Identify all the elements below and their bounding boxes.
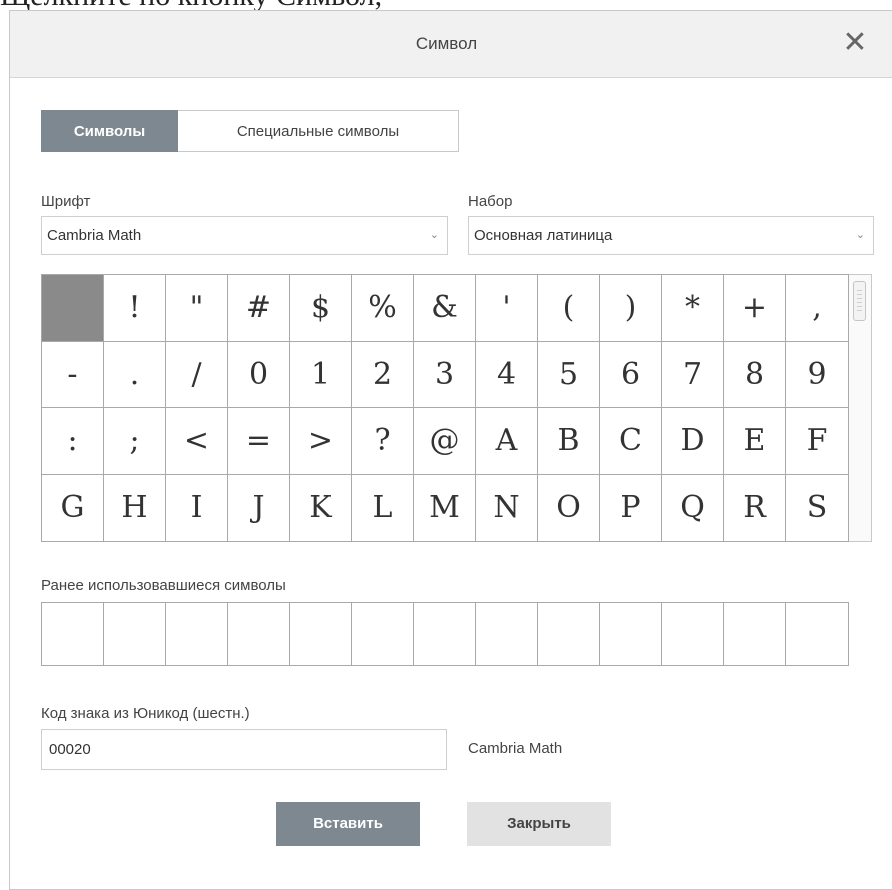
unicode-code-input[interactable] (41, 729, 447, 770)
symbol-cell[interactable]: ? (352, 408, 414, 475)
chevron-down-icon: ⌄ (429, 229, 439, 241)
symbol-cell[interactable]: K (290, 474, 352, 541)
recent-symbol-cell[interactable] (104, 603, 166, 665)
recent-symbol-cell[interactable] (352, 603, 414, 665)
recent-symbol-cell[interactable] (290, 603, 352, 665)
symbol-cell[interactable]: C (600, 408, 662, 475)
recent-symbol-cell[interactable] (166, 603, 228, 665)
symbol-cell[interactable]: , (786, 275, 848, 342)
recent-symbol-cell[interactable] (42, 603, 104, 665)
symbol-cell[interactable]: ' (476, 275, 538, 342)
recent-symbol-cell[interactable] (538, 603, 600, 665)
symbol-cell[interactable]: / (166, 341, 228, 408)
dialog-titlebar: Символ ✕ (10, 11, 892, 78)
symbol-cell[interactable]: M (414, 474, 476, 541)
symbol-cell[interactable]: N (476, 474, 538, 541)
symbol-cell[interactable]: - (42, 341, 104, 408)
symbol-cell[interactable]: 8 (724, 341, 786, 408)
symbol-dialog: Символ ✕ Символы Специальные символы Шри… (9, 10, 892, 890)
symbol-cell[interactable]: . (104, 341, 166, 408)
dialog-title: Символ (415, 34, 478, 53)
recent-symbol-cell[interactable] (414, 603, 476, 665)
symbol-cell[interactable]: E (724, 408, 786, 475)
symbol-cell[interactable]: < (166, 408, 228, 475)
subset-select[interactable]: Основная латиница ⌄ (468, 216, 874, 255)
symbol-cell[interactable]: J (228, 474, 290, 541)
recent-symbol-cell[interactable] (476, 603, 538, 665)
symbol-cell[interactable]: 6 (600, 341, 662, 408)
symbol-cell[interactable]: + (724, 275, 786, 342)
symbol-cell[interactable]: % (352, 275, 414, 342)
symbol-cell[interactable]: 2 (352, 341, 414, 408)
symbol-cell[interactable]: O (538, 474, 600, 541)
scrollbar-thumb[interactable] (853, 281, 866, 321)
close-icon[interactable]: ✕ (840, 28, 870, 58)
symbol-cell[interactable]: A (476, 408, 538, 475)
symbol-cell[interactable]: " (166, 275, 228, 342)
symbol-cell[interactable]: 4 (476, 341, 538, 408)
symbol-cell[interactable]: I (166, 474, 228, 541)
symbol-grid-scrollbar[interactable] (849, 274, 872, 542)
font-select-value: Cambria Math (47, 227, 142, 244)
recent-symbols-grid (41, 602, 849, 666)
symbol-cell[interactable]: > (290, 408, 352, 475)
recent-symbol-cell[interactable] (786, 603, 848, 665)
symbol-cell[interactable]: 1 (290, 341, 352, 408)
symbol-cell[interactable]: F (786, 408, 848, 475)
symbol-cell[interactable]: H (104, 474, 166, 541)
symbol-cell[interactable]: * (662, 275, 724, 342)
symbol-cell[interactable]: ; (104, 408, 166, 475)
symbol-cell[interactable]: L (352, 474, 414, 541)
symbol-cell[interactable] (42, 275, 104, 342)
font-select[interactable]: Cambria Math ⌄ (41, 216, 448, 255)
symbol-cell[interactable]: ( (538, 275, 600, 342)
symbol-cell[interactable]: R (724, 474, 786, 541)
symbol-cell[interactable]: = (228, 408, 290, 475)
symbol-cell[interactable]: P (600, 474, 662, 541)
symbol-cell[interactable]: : (42, 408, 104, 475)
unicode-label: Код знака из Юникод (шестн.) (41, 705, 250, 722)
close-button[interactable]: Закрыть (467, 802, 611, 846)
tab-symbols[interactable]: Символы (41, 110, 178, 152)
symbol-cell[interactable]: Q (662, 474, 724, 541)
symbol-cell[interactable]: ! (104, 275, 166, 342)
recent-symbol-cell[interactable] (228, 603, 290, 665)
symbol-cell[interactable]: B (538, 408, 600, 475)
symbol-cell[interactable]: $ (290, 275, 352, 342)
symbol-cell[interactable]: 0 (228, 341, 290, 408)
symbol-cell[interactable]: 5 (538, 341, 600, 408)
font-label: Шрифт (41, 193, 91, 210)
symbol-cell[interactable]: ) (600, 275, 662, 342)
recent-symbol-cell[interactable] (724, 603, 786, 665)
chevron-down-icon: ⌄ (855, 229, 865, 241)
symbol-cell[interactable]: S (786, 475, 848, 542)
insert-button[interactable]: Вставить (276, 802, 420, 846)
unicode-font-name: Cambria Math (468, 740, 563, 757)
subset-label: Набор (468, 193, 513, 210)
symbol-grid: ! " # $% & '() * +, -./0 1 2 3 4 5 6 7 8 9:; < = >? @ A B C D E F G H… (41, 274, 849, 542)
tab-bar: Символы Специальные символы (41, 110, 459, 152)
symbol-cell[interactable]: 3 (414, 341, 476, 408)
recent-symbol-cell[interactable] (662, 603, 724, 665)
tab-special-symbols[interactable]: Специальные символы (178, 110, 459, 152)
subset-select-value: Основная латиница (474, 227, 613, 244)
symbol-cell[interactable]: 7 (662, 341, 724, 408)
symbol-cell[interactable]: G (42, 474, 104, 541)
recent-symbol-cell[interactable] (600, 603, 662, 665)
symbol-cell[interactable]: & (414, 275, 476, 342)
recent-symbols-label: Ранее использовавшиеся символы (41, 577, 286, 594)
symbol-cell[interactable]: D (662, 408, 724, 475)
symbol-cell[interactable]: 9 (786, 342, 848, 408)
symbol-cell[interactable]: @ (414, 408, 476, 475)
symbol-cell[interactable]: # (228, 275, 290, 342)
